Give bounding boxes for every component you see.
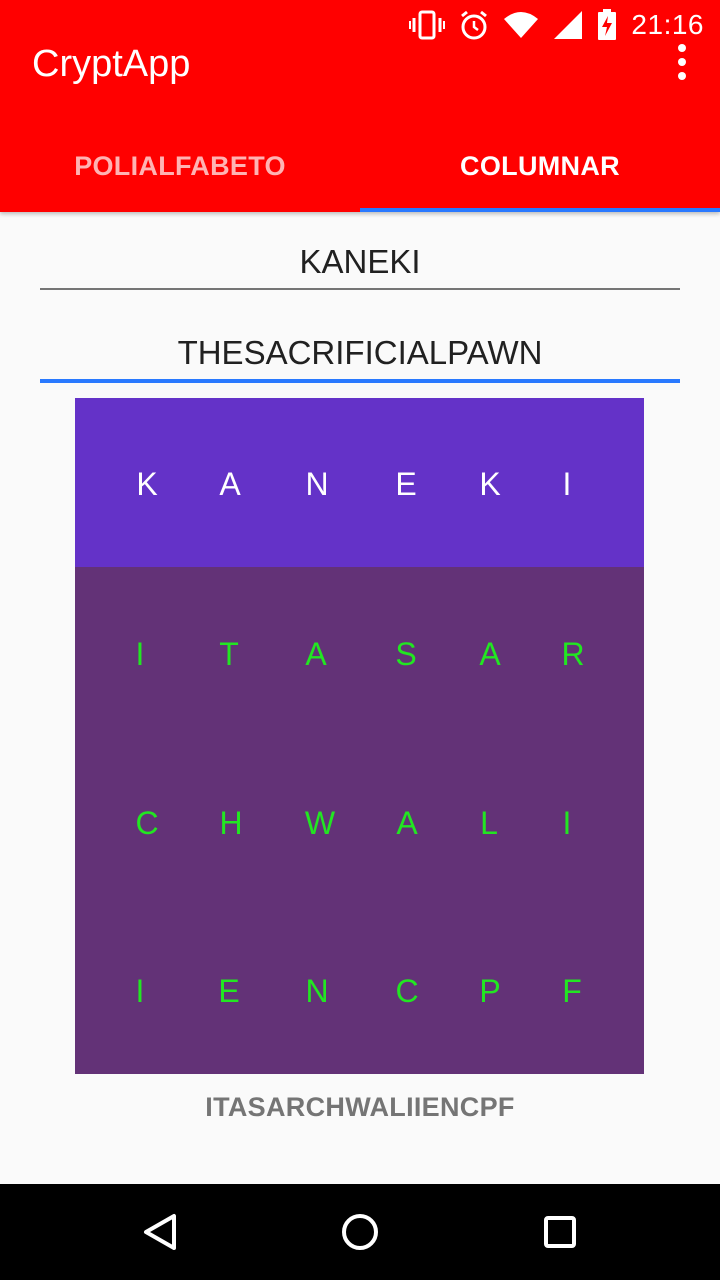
columnar-grid: K A N E K I I T A S A R C H W A L I I E … bbox=[75, 398, 644, 1074]
grid-cell: R bbox=[561, 636, 585, 672]
grid-cell: I bbox=[562, 805, 572, 841]
more-vert-icon[interactable] bbox=[672, 44, 692, 80]
vibrate-icon bbox=[409, 10, 446, 40]
recents-icon[interactable] bbox=[536, 1208, 584, 1256]
grid-cell: I bbox=[135, 636, 145, 672]
grid-cell: A bbox=[479, 636, 501, 672]
grid-header-cell: I bbox=[562, 466, 572, 502]
grid-header-cell: A bbox=[219, 466, 241, 502]
grid-header-cell: N bbox=[305, 466, 329, 502]
grid-cell: I bbox=[135, 973, 145, 1009]
grid-cell: L bbox=[480, 805, 498, 841]
navigation-bar bbox=[0, 1184, 720, 1280]
grid-cell: F bbox=[562, 973, 582, 1009]
key-field[interactable]: KANEKI bbox=[40, 236, 680, 290]
message-field-underline bbox=[40, 379, 680, 383]
grid-cell: C bbox=[135, 805, 159, 841]
grid-header-cell: K bbox=[136, 466, 158, 502]
wifi-icon bbox=[503, 11, 539, 39]
app-title: CryptApp bbox=[32, 43, 191, 85]
key-field-underline bbox=[40, 288, 680, 290]
grid-cell: A bbox=[396, 805, 418, 841]
grid-cell: C bbox=[395, 973, 419, 1009]
tab-bar: POLIALFABETO COLUMNAR bbox=[0, 120, 720, 212]
grid-cell: N bbox=[305, 973, 329, 1009]
grid-cell: A bbox=[305, 636, 327, 672]
key-field-value: KANEKI bbox=[299, 243, 421, 280]
alarm-icon bbox=[459, 10, 489, 40]
grid-cell: E bbox=[218, 973, 240, 1009]
grid-cell: P bbox=[479, 973, 501, 1009]
grid-header-row: K A N E K I bbox=[75, 398, 644, 567]
battery-charging-icon bbox=[597, 9, 617, 41]
app-bar: 21:16 CryptApp POLIALFABETO COLUMNAR bbox=[0, 0, 720, 212]
back-icon[interactable] bbox=[136, 1208, 184, 1256]
message-field-value: THESACRIFICIALPAWN bbox=[177, 334, 543, 371]
cipher-result: ITASARCHWALIIENCPF bbox=[205, 1092, 515, 1122]
home-icon[interactable] bbox=[336, 1208, 384, 1256]
status-icons: 21:16 bbox=[409, 8, 704, 42]
grid-header-cell: K bbox=[479, 466, 501, 502]
status-time: 21:16 bbox=[631, 9, 704, 40]
tab-polialfabeto[interactable]: POLIALFABETO bbox=[0, 120, 360, 212]
grid-header-cell: E bbox=[395, 466, 417, 502]
grid-cell: S bbox=[395, 636, 417, 672]
message-field[interactable]: THESACRIFICIALPAWN bbox=[40, 327, 680, 383]
signal-icon bbox=[553, 10, 583, 40]
grid-cell: T bbox=[219, 636, 239, 672]
tab-columnar[interactable]: COLUMNAR bbox=[360, 120, 720, 212]
grid-cell: W bbox=[304, 805, 336, 841]
grid-cell: H bbox=[219, 805, 243, 841]
